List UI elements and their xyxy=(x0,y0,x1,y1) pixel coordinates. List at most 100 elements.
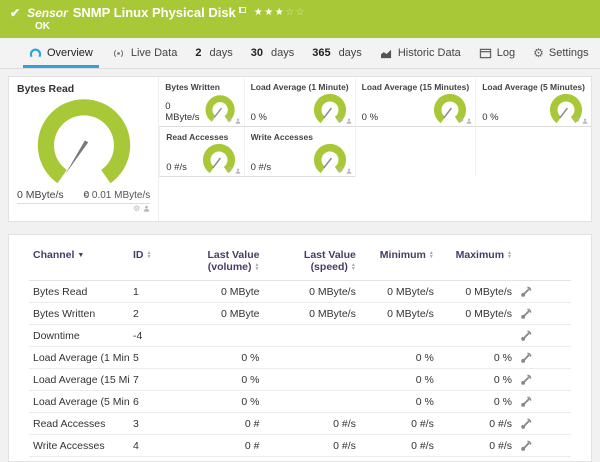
table-row[interactable]: Downtime -4 xyxy=(29,324,571,347)
mini-gauge-title: Load Average (1 Minute) xyxy=(250,82,349,92)
last-value-speed xyxy=(263,390,360,413)
tab-365-days-label: days xyxy=(338,47,362,59)
column-header-channel[interactable]: Channel ▼ xyxy=(29,247,129,281)
column-header-last-value-volume[interactable]: Last Value (volume) ▲ ▼ xyxy=(183,247,264,281)
minimum-value: 0 MByte/s xyxy=(359,302,438,325)
mini-gauge-title: Load Average (15 Minutes) xyxy=(361,82,470,92)
gear-icon[interactable]: ⚙ xyxy=(337,167,343,175)
tab-settings[interactable]: ⚙ Settings xyxy=(524,38,598,68)
minimum-value: 0 % xyxy=(359,346,438,369)
mini-gauge-value: 0 % xyxy=(361,112,379,123)
empty-cell xyxy=(475,127,591,177)
gear-icon[interactable]: ⚙ xyxy=(574,117,580,125)
tab-settings-label: Settings xyxy=(548,47,589,59)
channel-name[interactable]: Write Accesses xyxy=(29,434,129,457)
table-row[interactable]: Load Average (5 Min... 6 0 % 0 % 0 % xyxy=(29,390,571,413)
channel-name[interactable]: Downtime xyxy=(29,324,129,347)
wrench-icon[interactable] xyxy=(520,395,533,408)
sort-icon: ▲ ▼ xyxy=(507,249,512,261)
tab-historic-data[interactable]: Historic Data xyxy=(371,38,470,68)
wrench-icon[interactable] xyxy=(520,373,533,386)
last-value-volume: 0 # xyxy=(183,412,264,435)
maximum-value: 0 % xyxy=(437,346,516,369)
last-value-volume: 0 % xyxy=(183,368,264,391)
sort-desc-icon: ▼ xyxy=(77,251,85,259)
table-row[interactable]: Bytes Written 2 0 MByte 0 MByte/s 0 MByt… xyxy=(29,302,571,325)
channel-name[interactable]: Bytes Written xyxy=(29,302,129,325)
tab-log[interactable]: Log xyxy=(470,38,524,68)
wrench-icon[interactable] xyxy=(520,285,533,298)
main-gauge-bytes-read: Bytes Read 0 MByte/s 0 < 0.01 MByte/s ⚙ xyxy=(9,77,160,221)
maximum-value: 0 % xyxy=(437,390,516,413)
maximum-value: 0 #/s xyxy=(437,434,516,457)
gear-icon[interactable]: ⚙ xyxy=(337,117,343,125)
minimum-value xyxy=(359,324,438,347)
table-row[interactable]: Load Average (1 Min... 5 0 % 0 % 0 % xyxy=(29,346,571,369)
channel-name[interactable]: Load Average (15 Mi... xyxy=(29,368,129,391)
page-content: Bytes Read 0 MByte/s 0 < 0.01 MByte/s ⚙ … xyxy=(0,69,600,462)
wrench-icon[interactable] xyxy=(520,417,533,430)
tab-365-days-number: 365 xyxy=(312,47,331,59)
gear-icon[interactable]: ⚙ xyxy=(133,205,140,213)
person-icon[interactable] xyxy=(143,205,150,212)
person-icon[interactable] xyxy=(235,118,241,124)
sort-icon: ▲ ▼ xyxy=(254,261,260,273)
last-value-speed: 0 MByte/s xyxy=(263,280,360,303)
sort-icon: ▲ ▼ xyxy=(350,261,356,273)
tab-historic-data-label: Historic Data xyxy=(397,47,461,59)
window-icon xyxy=(479,48,492,59)
channel-name[interactable]: Bytes Read xyxy=(29,280,129,303)
column-header-last-value-speed[interactable]: Last Value (speed) ▲ ▼ xyxy=(263,247,360,281)
channel-name[interactable]: Read Accesses xyxy=(29,412,129,435)
last-value-speed xyxy=(263,346,360,369)
last-value-speed xyxy=(263,368,360,391)
signal-icon xyxy=(111,48,126,59)
mini-gauge-write-accesses: Write Accesses 0 #/s ⚙ xyxy=(243,127,355,177)
table-row[interactable]: Read Accesses 3 0 # 0 #/s 0 #/s 0 #/s xyxy=(29,412,571,435)
priority-stars[interactable]: ★★★☆☆ xyxy=(254,7,306,18)
sort-icon: ▲ ▼ xyxy=(146,249,152,261)
tab-overview-label: Overview xyxy=(47,47,93,59)
last-value-speed: 0 #/s xyxy=(263,434,360,457)
tab-2-days[interactable]: 2 days xyxy=(186,38,241,68)
wrench-icon[interactable] xyxy=(520,439,533,452)
person-icon[interactable] xyxy=(346,168,352,174)
channel-name[interactable]: Load Average (1 Min... xyxy=(29,346,129,369)
minimum-value: 0 MByte/s xyxy=(359,280,438,303)
person-icon[interactable] xyxy=(346,118,352,124)
gear-icon[interactable]: ⚙ xyxy=(226,117,232,125)
table-row[interactable]: Load Average (15 Mi... 7 0 % 0 % 0 % xyxy=(29,368,571,391)
tab-2-days-label: days xyxy=(209,47,233,59)
maximum-value xyxy=(437,324,516,347)
tab-30-days[interactable]: 30 days xyxy=(242,38,304,68)
tab-live-data[interactable]: Live Data xyxy=(102,38,186,68)
gear-icon[interactable]: ⚙ xyxy=(458,117,464,125)
column-header-minimum[interactable]: Minimum ▲ ▼ xyxy=(359,247,438,281)
person-icon[interactable] xyxy=(582,118,588,124)
gauge-scale-max: < 0.01 MByte/s xyxy=(83,190,151,201)
channel-id: 7 xyxy=(129,368,184,391)
column-header-maximum[interactable]: Maximum ▲ ▼ xyxy=(437,247,516,281)
gear-icon[interactable]: ⚙ xyxy=(226,167,232,175)
maximum-value: 0 % xyxy=(437,368,516,391)
stars-filled: ★★★ xyxy=(253,7,286,18)
mini-gauge-bytes-written: Bytes Written 0 MByte/s ⚙ xyxy=(159,77,244,127)
bytes-read-gauge xyxy=(37,99,130,184)
mini-gauge-title: Bytes Written xyxy=(165,82,220,92)
empty-cell xyxy=(354,127,476,177)
channel-name[interactable]: Load Average (5 Min... xyxy=(29,390,129,413)
tab-30-days-label: days xyxy=(270,47,295,59)
wrench-icon[interactable] xyxy=(520,329,533,342)
tab-365-days[interactable]: 365 days xyxy=(303,38,371,68)
status-badge: OK xyxy=(35,21,50,32)
last-value-volume: 0 MByte xyxy=(183,280,264,303)
person-icon[interactable] xyxy=(466,118,472,124)
table-row[interactable]: Write Accesses 4 0 # 0 #/s 0 #/s 0 #/s xyxy=(29,434,571,457)
tab-overview[interactable]: Overview xyxy=(20,38,102,68)
wrench-icon[interactable] xyxy=(520,351,533,364)
wrench-icon[interactable] xyxy=(520,307,533,320)
minimum-value: 0 #/s xyxy=(359,412,438,435)
column-header-id[interactable]: ID ▲ ▼ xyxy=(129,247,184,281)
table-row[interactable]: Bytes Read 1 0 MByte 0 MByte/s 0 MByte/s… xyxy=(29,280,571,303)
person-icon[interactable] xyxy=(235,168,241,174)
